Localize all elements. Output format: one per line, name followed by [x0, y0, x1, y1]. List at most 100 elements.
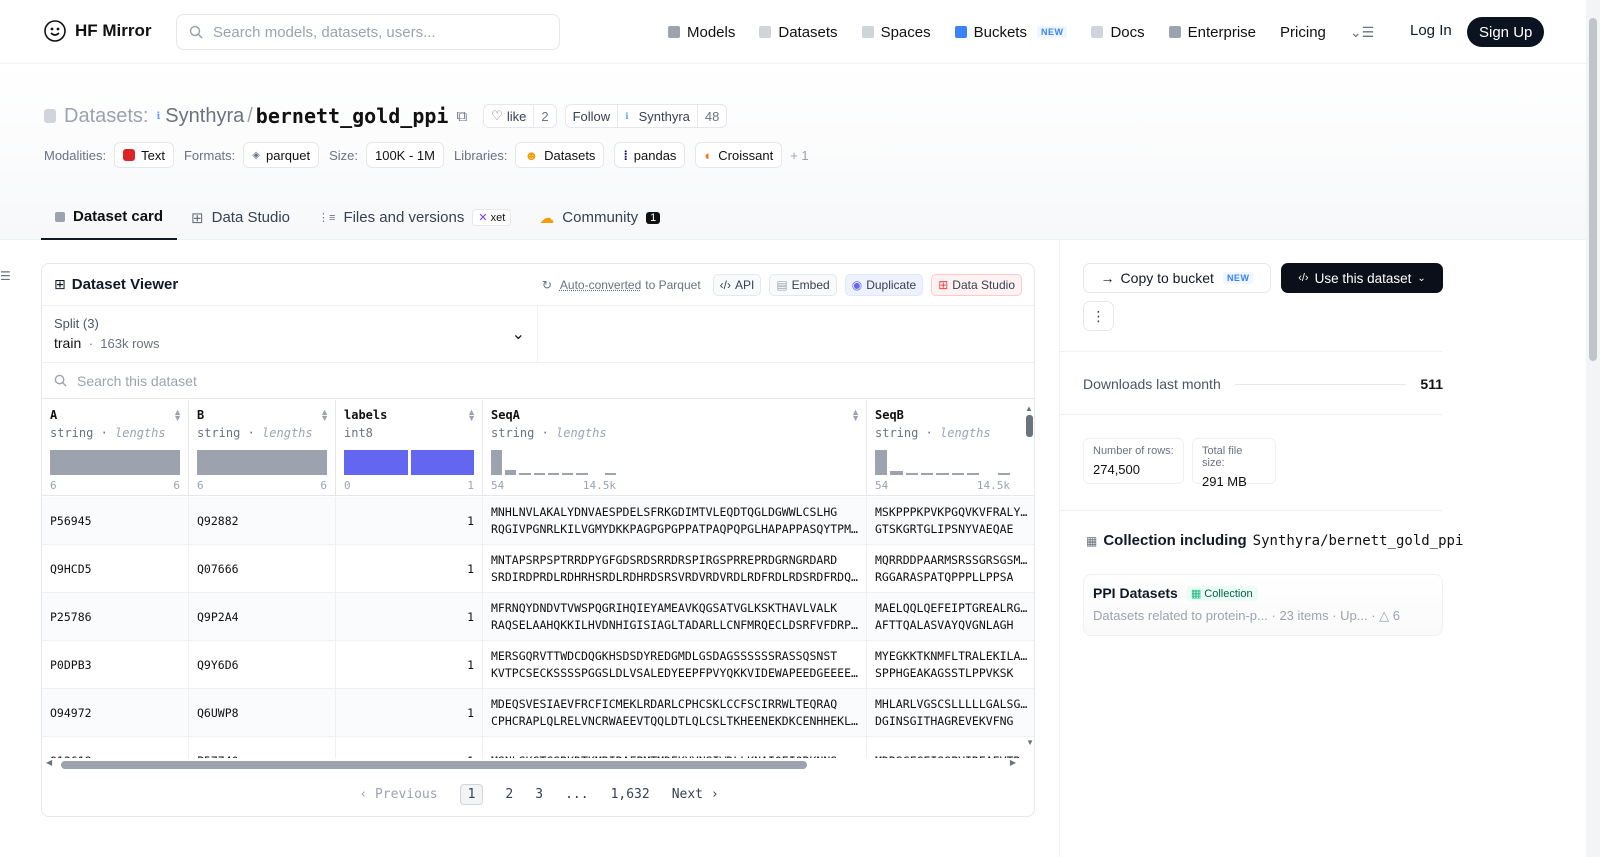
size-tag[interactable]: 100K - 1M	[365, 142, 444, 168]
table-cell-seqa[interactable]: MFRNQYDNDVTVWSPQGRIHQIEYAMEAVKQGSATVGLKS…	[483, 593, 867, 641]
nav-datasets[interactable]: Datasets	[759, 24, 838, 41]
scroll-thumb[interactable]	[61, 761, 807, 769]
table-cell-seqb[interactable]: MYEGKKTKNMFLTRALEKILADKEVKKAHHSQLRKACEVA…	[867, 641, 1034, 689]
dataset-search-input[interactable]: Search this dataset	[42, 363, 1034, 399]
table-row[interactable]: O13618P577401MSNLSKGTGSRKDTKMRIRAFPMTMDE…	[42, 737, 1034, 759]
copy-icon[interactable]: ⧉	[456, 108, 467, 125]
more-libraries[interactable]: + 1	[790, 148, 808, 163]
table-cell-b[interactable]: Q9Y6D6	[189, 641, 336, 689]
like-button[interactable]: ♡ like 2	[483, 104, 557, 128]
login-link[interactable]: Log In	[1410, 22, 1452, 39]
table-cell-a[interactable]: P25786	[42, 593, 189, 641]
table-row[interactable]: P0DPB3 Q9Y6D6 1 MERSGQRVTTWDCDQGKHSDSDYREDG…	[42, 641, 1034, 689]
copy-to-bucket-button[interactable]: → Copy to bucket NEW	[1083, 263, 1271, 293]
page-1-button[interactable]: 1	[459, 783, 484, 805]
sidebar-toggle-icon[interactable]: ☰	[0, 269, 11, 283]
table-row[interactable]: P56945 Q92882 1 MNHLNVLAKALYDNVAESPDELSFRKG…	[42, 497, 1034, 545]
table-cell-seqb[interactable]: MHLARLVGSCSLLLLLGALSGWAASDDPIEKVIEGINRGL…	[867, 689, 1034, 737]
repo-name[interactable]: bernett_gold_ppi	[256, 104, 449, 128]
auto-converted-link[interactable]: Auto-converted	[560, 278, 641, 292]
table-row[interactable]: P25786 Q9P2A4 1 MFRNQYDNDVTVWSPQGRIHQIEYAME…	[42, 593, 1034, 641]
signup-button[interactable]: Sign Up	[1467, 17, 1545, 47]
scroll-thumb[interactable]	[1025, 415, 1033, 437]
table-row[interactable]: O94972 Q6UWP8 1 MDEQSVESIAEVFRCFICMEKLRDARL…	[42, 689, 1034, 737]
api-button[interactable]: ‹/› API	[712, 273, 762, 296]
duplicate-button[interactable]: ◉ Duplicate	[844, 273, 924, 296]
table-cell-labels[interactable]: 1	[336, 545, 483, 593]
follow-button[interactable]: Follow ℹ Synthyra 48	[564, 104, 728, 128]
table-cell-seqa[interactable]: MSNLSKGTGSRKDTKMRIRAFPMTMDEKYVNSIWDLLKNA…	[483, 737, 867, 758]
tab-data-studio[interactable]: ⊞ Data Studio	[177, 195, 304, 240]
nav-buckets[interactable]: Buckets NEW	[954, 24, 1068, 41]
table-cell-seqa[interactable]: MNTAPSRPSPTRRDPYGFGDSRDSRRDRSPIRGSPRREPR…	[483, 545, 867, 593]
column-header-seqa[interactable]: SeqA string · lengths ▲ ▼ 54 14.5k	[483, 400, 867, 496]
modality-text-tag[interactable]: Text	[114, 142, 174, 168]
table-cell-labels[interactable]: 1	[336, 497, 483, 545]
table-cell-labels[interactable]: 1	[336, 593, 483, 641]
repo-owner[interactable]: Synthyra	[165, 105, 244, 128]
table-cell-a[interactable]: P0DPB3	[42, 641, 189, 689]
split-selector[interactable]: Split (3) train · 163k rows ⌄	[42, 306, 538, 362]
sort-icon[interactable]: ▲ ▼	[320, 408, 329, 423]
library-croissant-tag[interactable]: ◐ Croissant	[695, 142, 783, 168]
page-scroll-thumb[interactable]	[1589, 18, 1597, 361]
next-page-button[interactable]: Next ›	[672, 787, 719, 802]
table-cell-a[interactable]: Q9HCD5	[42, 545, 189, 593]
embed-button[interactable]: ▤ Embed	[769, 273, 837, 296]
tab-community[interactable]: ☁ Community 1	[525, 195, 674, 240]
table-cell-b[interactable]: P57740	[189, 737, 336, 758]
column-header-b[interactable]: B string · lengths ▲ ▼ 66	[189, 400, 336, 496]
tab-dataset-card[interactable]: Dataset card	[41, 195, 178, 240]
table-cell-b[interactable]: Q6UWP8	[189, 689, 336, 737]
table-cell-b[interactable]: Q92882	[189, 497, 336, 545]
table-cell-labels[interactable]: 1	[336, 641, 483, 689]
tab-files[interactable]: ⋮≡ Files and versions ✕ xet	[304, 195, 525, 240]
nav-enterprise[interactable]: Enterprise	[1168, 24, 1256, 41]
table-cell-seqa[interactable]: MNHLNVLAKALYDNVAESPDELSFRKGDIMTVLEQDTQGL…	[483, 497, 867, 545]
column-header-seqb[interactable]: SeqB string · lengths 54 14.5k ▲	[867, 400, 1034, 496]
table-cell-seqb[interactable]: MSKPPPKPVKPGQVKVFRALYTFEPRTPDELYFEEGDIIY…	[867, 497, 1034, 545]
nav-more-menu[interactable]: ⌄☰	[1350, 24, 1374, 41]
column-type-value: string	[50, 426, 94, 440]
collection-card[interactable]: PPI Datasets ▦ Collection Datasets relate…	[1083, 574, 1443, 636]
horizontal-scrollbar[interactable]: ◀ ▶ ▼	[42, 738, 1034, 772]
logo[interactable]: HF Mirror	[43, 19, 152, 43]
sort-icon[interactable]: ▲ ▼	[173, 408, 182, 423]
nav-spaces[interactable]: Spaces	[861, 24, 931, 41]
data-studio-button[interactable]: ⊞ Data Studio	[931, 273, 1022, 296]
nav-pricing[interactable]: Pricing	[1280, 24, 1326, 41]
sort-icon[interactable]: ▲ ▼	[467, 408, 476, 423]
table-cell-seqb[interactable]: MDRSGFGEISSPVIREAEVTRTARKQSAQKRVLLQASQDE…	[867, 737, 1034, 759]
histogram-bar[interactable]	[410, 450, 474, 475]
table-cell-a[interactable]: O94972	[42, 689, 189, 737]
previous-page-button[interactable]: ‹ Previous	[359, 787, 437, 802]
table-cell-seqb[interactable]: MQRRDDPAARMSRSSGRSGSMDPSGAHPSVRQTPSRQPPL…	[867, 545, 1034, 593]
use-dataset-button[interactable]: ‹/› Use this dataset ⌄	[1281, 263, 1443, 293]
nav-docs[interactable]: Docs	[1091, 24, 1145, 41]
column-header-a[interactable]: A string · lengths ▲ ▼ 66	[42, 400, 189, 496]
page-scrollbar[interactable]	[1586, 0, 1600, 857]
library-datasets-tag[interactable]: ☻ Datasets	[515, 142, 605, 168]
nav-models[interactable]: Models	[668, 24, 735, 41]
table-cell-a[interactable]: P56945	[42, 497, 189, 545]
sort-icon[interactable]: ▲ ▼	[851, 408, 860, 423]
more-options-button[interactable]: ⋮	[1083, 301, 1114, 331]
table-cell-seqb[interactable]: MAELQQLQEFEIPTGREALRGNHSALLRVADYCEDNYVQA…	[867, 593, 1034, 641]
page-3-button[interactable]: 3	[535, 787, 543, 802]
column-header-labels[interactable]: labels int8 ▲ ▼ 01	[336, 400, 483, 496]
table-cell-b[interactable]: Q07666	[189, 545, 336, 593]
histogram-bar[interactable]	[344, 450, 408, 475]
last-page-button[interactable]: 1,632	[611, 787, 650, 802]
page-2-button[interactable]: 2	[505, 787, 513, 802]
table-cell-b[interactable]: Q9P2A4	[189, 593, 336, 641]
table-row[interactable]: Q9HCD5 Q07666 1 MNTAPSRPSPTRRDPYGFGDSRDSRRD…	[42, 545, 1034, 593]
table-cell-seqa[interactable]: MDEQSVESIAEVFRCFICMEKLRDARLCPHCSKLCCFSCI…	[483, 689, 867, 737]
repo-type-label[interactable]: Datasets:	[64, 105, 148, 128]
table-cell-labels[interactable]: 1	[336, 689, 483, 737]
table-cell-labels[interactable]: 1	[336, 737, 483, 758]
table-cell-seqa[interactable]: MERSGQRVTTWDCDQGKHSDSDYREDGMDLGSDAGSSSSS…	[483, 641, 867, 689]
table-cell-a[interactable]: O13618	[42, 737, 189, 758]
library-pandas-tag[interactable]: ⁞ pandas	[614, 142, 686, 168]
format-parquet-tag[interactable]: ◈ parquet	[243, 142, 320, 168]
global-search-input[interactable]: Search models, datasets, users...	[176, 14, 560, 50]
